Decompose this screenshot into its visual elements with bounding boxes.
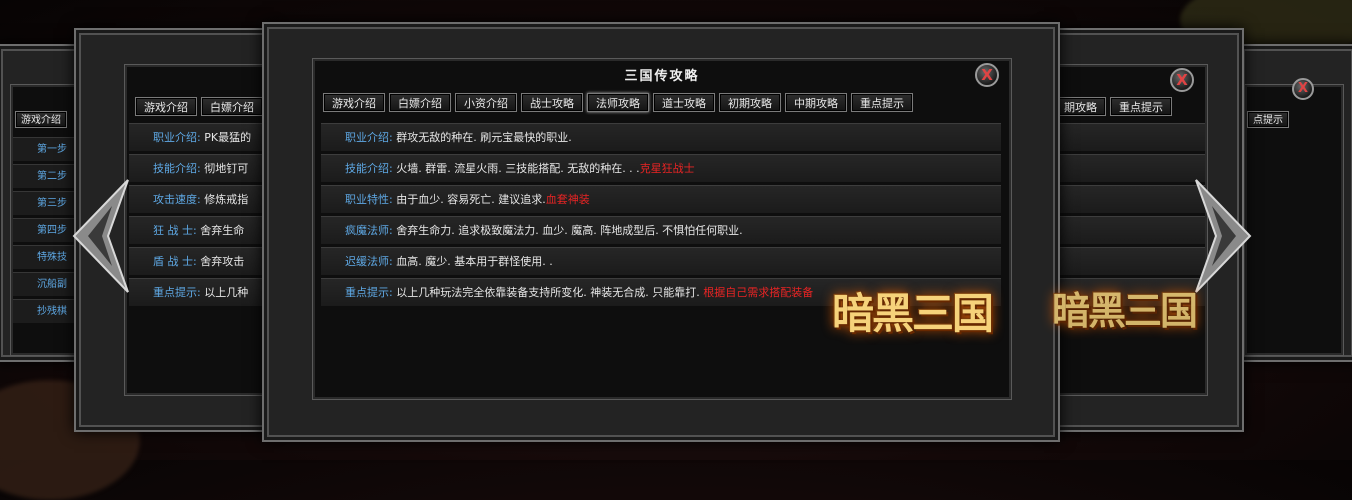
tab-warrior-guide[interactable]: 战士攻略 (521, 93, 583, 112)
far-right-tab[interactable]: 点提示 (1247, 111, 1289, 128)
left-middle-tab[interactable]: 白嫖介绍 (201, 97, 263, 116)
row-label: 技能介绍: (153, 162, 201, 175)
row-label: 职业介绍: (153, 131, 201, 144)
info-row (1055, 154, 1205, 182)
window-main: 三国传攻略 X 游戏介绍 白嫖介绍 小资介绍 战士攻略 法师攻略 道士攻略 初期… (262, 22, 1060, 442)
left-middle-rows: 职业介绍: PK最猛的 技能介绍: 彻地钉可 攻击速度: 修炼戒指 狂 战 士:… (129, 123, 271, 306)
prev-arrow-icon[interactable] (62, 176, 132, 296)
row-label: 疯魔法师: (345, 224, 393, 237)
left-middle-tabs: 游戏介绍 白嫖介绍 (135, 97, 263, 116)
row-text: 由于血少. 容易死亡. 建议追求. (396, 193, 546, 206)
tab-freeplay-intro[interactable]: 白嫖介绍 (389, 93, 451, 112)
tab-key-tips[interactable]: 重点提示 (851, 93, 913, 112)
right-middle-tabs: 期攻略 重点提示 (1055, 97, 1172, 116)
far-right-close-icon[interactable]: X (1292, 78, 1314, 100)
window-right-middle-body: 期攻略 重点提示 (1052, 64, 1208, 396)
left-middle-tab[interactable]: 游戏介绍 (135, 97, 197, 116)
tab-early-guide[interactable]: 初期攻略 (719, 93, 781, 112)
row-text: 群攻无敌的种在. 刷元宝最快的职业. (396, 131, 572, 144)
window-main-body: 三国传攻略 X 游戏介绍 白嫖介绍 小资介绍 战士攻略 法师攻略 道士攻略 初期… (312, 58, 1012, 400)
row-text: 以上几种玩法完全依靠装备支持所变化. 神装无合成. 只能靠打. (396, 286, 700, 299)
info-row: 职业特性: 由于血少. 容易死亡. 建议追求.血套神装 (321, 185, 1001, 213)
right-middle-tab[interactable]: 期攻略 (1055, 97, 1106, 116)
row-text: 火墙. 群雷. 流星火雨. 三技能搭配. 无敌的种在. . . (396, 162, 640, 175)
tab-game-intro[interactable]: 游戏介绍 (323, 93, 385, 112)
row-text: 修炼戒指 (204, 193, 249, 206)
row-label: 重点提示: (153, 286, 201, 299)
game-logo-secondary: 暗黑三国 (1052, 280, 1198, 335)
row-text: 以上几种 (204, 286, 249, 299)
row-text: 舍弃攻击 (200, 255, 245, 268)
info-row: 攻击速度: 修炼戒指 (129, 185, 271, 213)
row-label: 职业介绍: (345, 131, 393, 144)
main-tabs: 游戏介绍 白嫖介绍 小资介绍 战士攻略 法师攻略 道士攻略 初期攻略 中期攻略 … (323, 93, 913, 112)
tab-mage-guide[interactable]: 法师攻略 (587, 93, 649, 112)
info-row (1055, 123, 1205, 151)
game-logo-text: 暗黑三国 (832, 289, 994, 338)
close-icon[interactable]: X (975, 63, 999, 87)
info-row: 疯魔法师: 舍弃生命力. 追求极致魔法力. 血少. 魔高. 阵地成型后. 不惧怕… (321, 216, 1001, 244)
row-label: 攻击速度: (153, 193, 201, 206)
row-text: PK最猛的 (204, 131, 252, 144)
info-row: 盾 战 士: 舍弃攻击 (129, 247, 271, 275)
row-label: 重点提示: (345, 286, 393, 299)
info-row: 技能介绍: 火墙. 群雷. 流星火雨. 三技能搭配. 无敌的种在. . .克星狂… (321, 154, 1001, 182)
row-text: 舍弃生命力. 追求极致魔法力. 血少. 魔高. 阵地成型后. 不惧怕任何职业. (396, 224, 743, 237)
info-row: 职业介绍: 群攻无敌的种在. 刷元宝最快的职业. (321, 123, 1001, 151)
game-logo-text-secondary: 暗黑三国 (1052, 288, 1198, 333)
row-label: 职业特性: (345, 193, 393, 206)
row-highlight: 血套神装 (545, 193, 590, 206)
tab-taoist-guide[interactable]: 道士攻略 (653, 93, 715, 112)
row-label: 技能介绍: (345, 162, 393, 175)
right-middle-tab[interactable]: 重点提示 (1110, 97, 1172, 116)
info-row: 技能介绍: 彻地钉可 (129, 154, 271, 182)
far-left-tab[interactable]: 游戏介绍 (15, 111, 67, 128)
info-row (1055, 185, 1205, 213)
row-highlight: 根据自己需求搭配装备 (703, 286, 814, 299)
row-text: 彻地钉可 (204, 162, 249, 175)
row-label: 狂 战 士: (153, 224, 197, 237)
info-row: 职业介绍: PK最猛的 (129, 123, 271, 151)
tab-budget-intro[interactable]: 小资介绍 (455, 93, 517, 112)
game-logo: 暗黑三国 (832, 280, 994, 341)
right-middle-close-icon[interactable]: X (1170, 68, 1194, 92)
info-row (1055, 247, 1205, 275)
row-label: 盾 战 士: (153, 255, 197, 268)
next-arrow-icon[interactable] (1192, 176, 1262, 296)
info-row: 重点提示: 以上几种 (129, 278, 271, 306)
right-middle-rows (1055, 123, 1205, 306)
row-label: 迟缓法师: (345, 255, 393, 268)
window-title: 三国传攻略 (624, 69, 700, 84)
info-row (1055, 216, 1205, 244)
main-rows: 职业介绍: 群攻无敌的种在. 刷元宝最快的职业. 技能介绍: 火墙. 群雷. 流… (321, 123, 1001, 306)
info-row: 狂 战 士: 舍弃生命 (129, 216, 271, 244)
row-text: 舍弃生命 (200, 224, 245, 237)
tab-mid-guide[interactable]: 中期攻略 (785, 93, 847, 112)
row-text: 血高. 魔少. 基本用于群怪使用. . (396, 255, 553, 268)
window-left-middle-body: 游戏介绍 白嫖介绍 职业介绍: PK最猛的 技能介绍: 彻地钉可 攻击速度: 修… (124, 64, 274, 396)
row-highlight: 克星狂战士 (639, 162, 695, 175)
info-row: 迟缓法师: 血高. 魔少. 基本用于群怪使用. . (321, 247, 1001, 275)
